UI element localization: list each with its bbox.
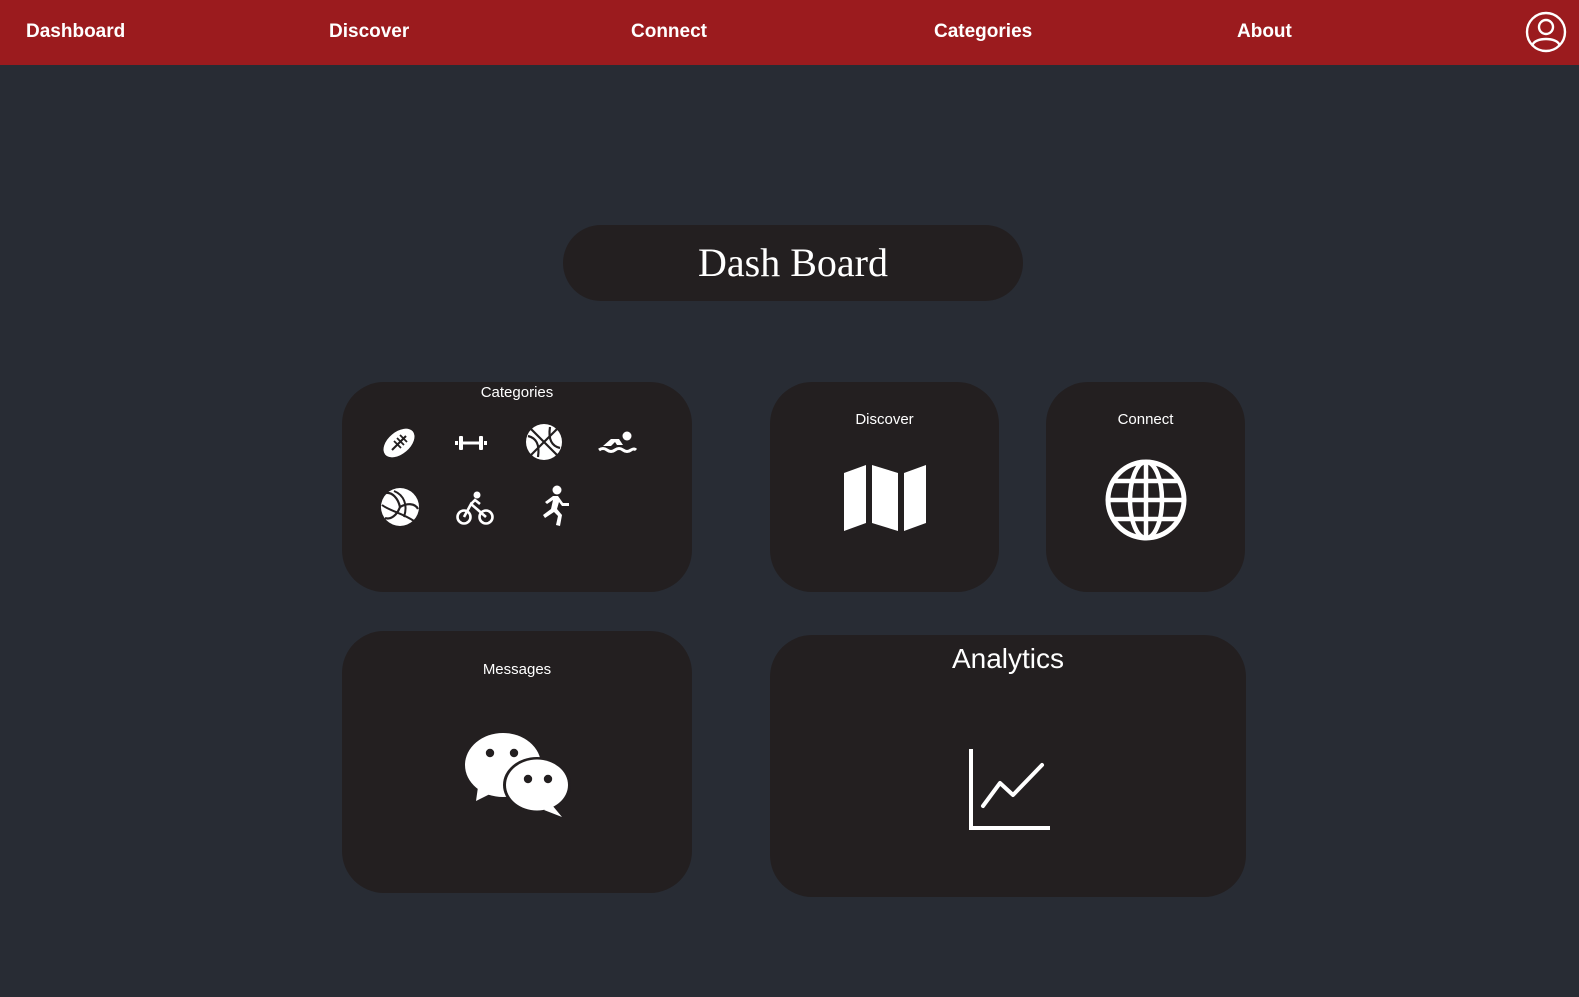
- nav-discover[interactable]: Discover: [329, 20, 409, 44]
- chat-bubbles-icon: [464, 731, 572, 819]
- messages-card[interactable]: Messages: [342, 631, 692, 893]
- analytics-card[interactable]: Analytics: [770, 635, 1246, 897]
- top-navbar: Dashboard Discover Connect Categories Ab…: [0, 0, 1579, 65]
- page-title-pill: Dash Board: [563, 225, 1023, 301]
- map-icon: [844, 465, 926, 531]
- dumbbell-icon[interactable]: [455, 430, 487, 456]
- analytics-card-label: Analytics: [951, 643, 1065, 674]
- running-icon[interactable]: [533, 485, 571, 527]
- nav-categories[interactable]: Categories: [934, 20, 1032, 44]
- basketball-icon[interactable]: [525, 423, 563, 461]
- categories-card-label: Categories: [480, 384, 554, 401]
- connect-card-label: Connect: [1117, 411, 1174, 428]
- nav-about[interactable]: About: [1237, 20, 1292, 44]
- discover-card-label: Discover: [855, 411, 914, 428]
- globe-icon: [1105, 459, 1187, 541]
- connect-card[interactable]: Connect: [1046, 382, 1245, 592]
- swimming-icon[interactable]: [597, 429, 637, 457]
- messages-card-label: Messages: [482, 661, 552, 678]
- page-title: Dash Board: [698, 240, 888, 285]
- volleyball-icon[interactable]: [380, 487, 420, 527]
- user-circle-icon[interactable]: [1525, 11, 1567, 53]
- american-football-icon[interactable]: [380, 424, 418, 462]
- line-chart-icon: [968, 747, 1052, 831]
- categories-card[interactable]: Categories: [342, 382, 692, 592]
- nav-connect[interactable]: Connect: [631, 20, 707, 44]
- discover-card[interactable]: Discover: [770, 382, 999, 592]
- nav-dashboard[interactable]: Dashboard: [26, 20, 125, 44]
- cycling-icon[interactable]: [456, 490, 494, 526]
